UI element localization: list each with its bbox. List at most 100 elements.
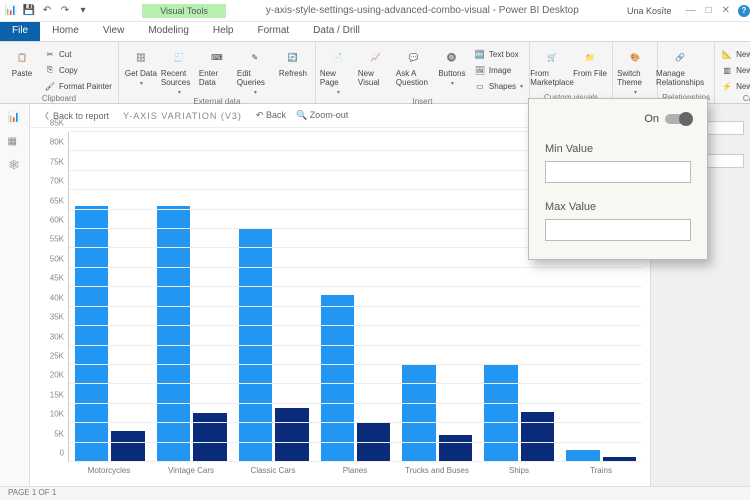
ribbon-group-custom-visuals: 🛒From Marketplace 📁From File Custom visu…	[530, 42, 613, 103]
data-view-icon[interactable]: ▦	[8, 136, 22, 150]
x-label: Trucks and Buses	[396, 464, 478, 480]
switch-theme-button[interactable]: 🎨Switch Theme▾	[617, 44, 653, 96]
ask-question-button[interactable]: 💬Ask A Question	[396, 44, 432, 87]
popup-on-toggle[interactable]	[665, 114, 691, 124]
minimize-icon[interactable]: —	[686, 5, 696, 16]
status-bar: PAGE 1 OF 1	[0, 486, 750, 500]
bar[interactable]	[193, 413, 226, 462]
ribbon: 📋Paste ✂Cut ⎘Copy 🖌Format Painter Clipbo…	[0, 42, 750, 104]
buttons-button[interactable]: 🔘Buttons▾	[434, 44, 470, 87]
enter-data-button[interactable]: ⌨Enter Data	[199, 44, 235, 87]
y-tick: 10K	[50, 410, 64, 419]
get-data-button[interactable]: 🗄Get Data▾	[123, 44, 159, 87]
ribbon-group-insert: 📄New Page▾ 📈New Visual 💬Ask A Question 🔘…	[316, 42, 530, 103]
window-controls: — □ ✕	[678, 5, 738, 16]
shapes-button[interactable]: ▭Shapes▾	[472, 79, 525, 93]
y-axis-popup: On Min Value Max Value	[528, 98, 708, 260]
from-marketplace-button[interactable]: 🛒From Marketplace	[534, 44, 570, 87]
ribbon-group-calculations: 📐New Measure ▥New Column ⚡New Quick Meas…	[715, 42, 750, 103]
bar[interactable]	[157, 206, 190, 462]
bar[interactable]	[321, 295, 354, 462]
popup-on-label: On	[644, 113, 659, 125]
app-icon: 📊	[4, 4, 18, 18]
bar[interactable]	[239, 229, 272, 462]
bar[interactable]	[75, 206, 108, 462]
x-label: Trains	[560, 464, 642, 480]
refresh-button[interactable]: 🔄Refresh	[275, 44, 311, 78]
y-tick: 25K	[50, 351, 64, 360]
new-visual-button[interactable]: 📈New Visual	[358, 44, 394, 87]
zoom-out-button[interactable]: 🔍 Zoom-out	[296, 110, 348, 121]
x-label: Planes	[314, 464, 396, 480]
y-tick: 70K	[50, 177, 64, 186]
ribbon-group-clipboard: 📋Paste ✂Cut ⎘Copy 🖌Format Painter Clipbo…	[0, 42, 119, 103]
visual-title: Y-AXIS VARIATION (V3)	[123, 111, 242, 121]
title-center: Visual Tools y-axis-style-settings-using…	[94, 4, 627, 18]
popup-min-label: Min Value	[545, 143, 691, 155]
y-tick: 75K	[50, 157, 64, 166]
ribbon-group-external-data: 🗄Get Data▾ 🧾Recent Sources▾ ⌨Enter Data …	[119, 42, 316, 103]
report-view-icon[interactable]: 📊	[8, 112, 22, 126]
y-tick: 20K	[50, 371, 64, 380]
x-label: Classic Cars	[232, 464, 314, 480]
model-view-icon[interactable]: 🕸	[8, 160, 22, 174]
undo-icon[interactable]: ↶	[40, 4, 54, 18]
y-tick: 40K	[50, 293, 64, 302]
view-rail: 📊 ▦ 🕸	[0, 104, 30, 486]
bar[interactable]	[111, 431, 144, 462]
copy-button[interactable]: ⎘Copy	[42, 63, 114, 77]
ribbon-tabs: File Home View Modeling Help Format Data…	[0, 22, 750, 42]
bar[interactable]	[521, 412, 554, 462]
from-file-button[interactable]: 📁From File	[572, 44, 608, 78]
textbox-button[interactable]: 🔤Text box	[472, 47, 525, 61]
bar[interactable]	[275, 408, 308, 462]
close-icon[interactable]: ✕	[722, 5, 730, 16]
tab-home[interactable]: Home	[40, 22, 91, 41]
x-label: Motorcycles	[68, 464, 150, 480]
tab-view[interactable]: View	[91, 22, 137, 41]
user-name[interactable]: Una Kosīte	[627, 6, 678, 16]
y-tick: 65K	[50, 196, 64, 205]
new-quick-measure-button[interactable]: ⚡New Quick Measure	[719, 79, 750, 93]
bar[interactable]	[484, 365, 517, 462]
y-tick: 35K	[50, 313, 64, 322]
bar[interactable]	[439, 435, 472, 462]
image-button[interactable]: 🖼Image	[472, 63, 525, 77]
edit-queries-button[interactable]: ✎Edit Queries▾	[237, 44, 273, 96]
tab-help[interactable]: Help	[201, 22, 246, 41]
new-page-button[interactable]: 📄New Page▾	[320, 44, 356, 96]
help-icon[interactable]: ?	[738, 5, 750, 17]
new-measure-button[interactable]: 📐New Measure	[719, 47, 750, 61]
maximize-icon[interactable]: □	[706, 5, 712, 16]
qat-more-icon[interactable]: ▾	[76, 4, 90, 18]
tab-modeling[interactable]: Modeling	[136, 22, 201, 41]
bar[interactable]	[357, 423, 390, 462]
bar[interactable]	[402, 365, 435, 462]
window-title: y-axis-style-settings-using-advanced-com…	[266, 5, 579, 16]
redo-icon[interactable]: ↷	[58, 4, 72, 18]
cut-button[interactable]: ✂Cut	[42, 47, 114, 61]
popup-min-input[interactable]	[545, 161, 691, 183]
tab-file[interactable]: File	[0, 22, 40, 41]
x-label: Ships	[478, 464, 560, 480]
y-tick: 45K	[50, 274, 64, 283]
paste-button[interactable]: 📋Paste	[4, 44, 40, 78]
format-painter-button[interactable]: 🖌Format Painter	[42, 79, 114, 93]
save-icon[interactable]: 💾	[22, 4, 36, 18]
popup-max-label: Max Value	[545, 201, 691, 213]
ribbon-group-relationships: 🔗Manage Relationships Relationships	[658, 42, 715, 103]
tab-data-drill[interactable]: Data / Drill	[301, 22, 372, 41]
y-tick: 55K	[50, 235, 64, 244]
y-tick: 30K	[50, 332, 64, 341]
y-tick: 50K	[50, 254, 64, 263]
popup-max-input[interactable]	[545, 219, 691, 241]
x-axis-labels: MotorcyclesVintage CarsClassic CarsPlane…	[68, 464, 642, 480]
recent-sources-button[interactable]: 🧾Recent Sources▾	[161, 44, 197, 96]
new-column-button[interactable]: ▥New Column	[719, 63, 750, 77]
y-tick: 15K	[50, 390, 64, 399]
quick-access-toolbar: 📊 💾 ↶ ↷ ▾	[0, 4, 94, 18]
manage-relationships-button[interactable]: 🔗Manage Relationships	[662, 44, 698, 87]
x-label: Vintage Cars	[150, 464, 232, 480]
tab-format[interactable]: Format	[245, 22, 301, 41]
back-nav-button[interactable]: ↶ Back	[256, 110, 286, 121]
